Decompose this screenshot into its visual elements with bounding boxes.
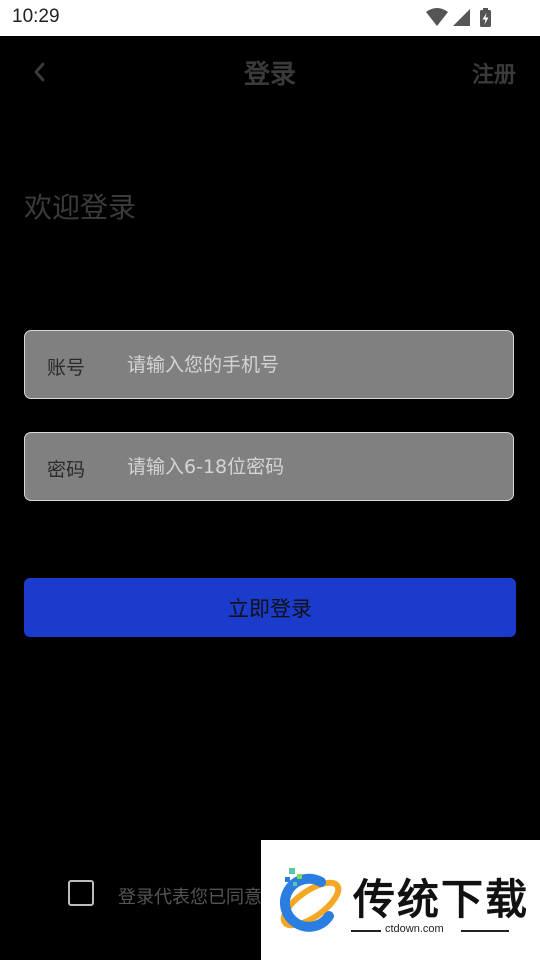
status-icons [424, 7, 504, 29]
watermark-divider-right [461, 930, 509, 932]
password-field: 密码 [24, 432, 514, 501]
agreement-checkbox[interactable] [68, 880, 94, 906]
login-button[interactable]: 立即登录 [24, 578, 516, 637]
account-field: 账号 [24, 330, 514, 399]
account-label: 账号 [47, 357, 86, 379]
wifi-icon [426, 8, 448, 26]
account-input[interactable] [127, 347, 497, 383]
battery-charging-icon [480, 8, 491, 27]
watermark-title: 传统下载 [353, 875, 530, 924]
watermark-logo-icon [280, 868, 342, 932]
page-title: 登录 [243, 60, 296, 90]
register-link[interactable]: 注册 [472, 57, 516, 89]
password-label: 密码 [47, 459, 86, 481]
password-input[interactable] [127, 449, 497, 485]
agreement-text: 登录代表您已同意 [118, 887, 262, 908]
status-bar: 10:29 [0, 0, 540, 36]
signal-icon [453, 9, 470, 26]
title-bar: 登录 注册 [0, 36, 540, 108]
welcome-heading: 欢迎登录 [24, 191, 137, 224]
watermark-divider-left [351, 930, 381, 932]
watermark: 传统下载 ctdown.com [261, 840, 540, 960]
status-time: 10:29 [12, 6, 60, 27]
watermark-url: ctdown.com [385, 923, 444, 935]
